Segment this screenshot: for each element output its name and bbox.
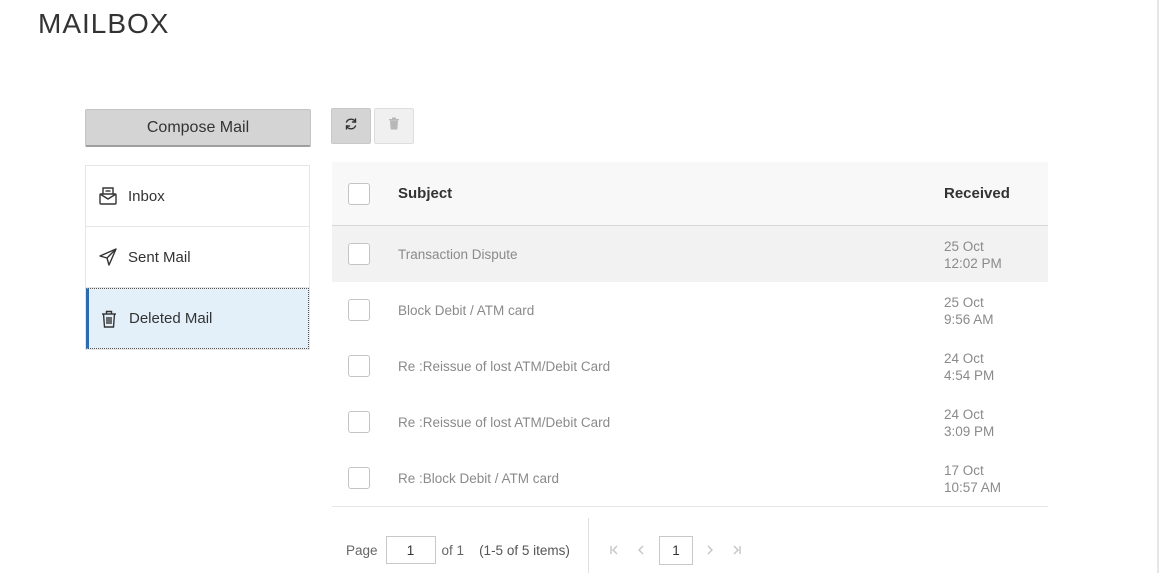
- compose-mail-button[interactable]: Compose Mail: [85, 109, 311, 147]
- current-page-number[interactable]: 1: [659, 535, 693, 565]
- page-number-input[interactable]: [385, 536, 436, 564]
- first-page-button[interactable]: [603, 539, 625, 561]
- page-title: MAILBOX: [38, 8, 170, 39]
- row-date: 24 Oct: [944, 351, 984, 366]
- row-subject: Re :Reissue of lost ATM/Debit Card: [398, 414, 611, 430]
- column-header-received: Received: [944, 185, 1010, 202]
- last-page-button[interactable]: [726, 539, 748, 561]
- row-checkbox[interactable]: [348, 243, 370, 265]
- table-header: Subject Received: [332, 162, 1048, 226]
- pager-divider: [588, 518, 589, 573]
- row-received: 25 Oct 12:02 PM: [944, 238, 1002, 272]
- last-page-icon: [733, 545, 741, 555]
- row-time: 9:56 AM: [944, 312, 994, 327]
- row-checkbox[interactable]: [348, 411, 370, 433]
- table-row[interactable]: Transaction Dispute 25 Oct 12:02 PM: [332, 226, 1048, 282]
- row-received: 17 Oct 10:57 AM: [944, 462, 1001, 496]
- send-icon: [97, 246, 119, 268]
- pager-nav: 1: [603, 535, 753, 565]
- refresh-button[interactable]: [331, 108, 371, 144]
- folder-item-sent-mail[interactable]: Sent Mail: [86, 227, 309, 288]
- folder-list: Inbox Sent Mail Deleted Mail: [85, 165, 310, 350]
- pager-item-count: (1-5 of 5 items): [479, 542, 570, 558]
- table-row[interactable]: Block Debit / ATM card 25 Oct 9:56 AM: [332, 282, 1048, 338]
- table-row[interactable]: Re :Reissue of lost ATM/Debit Card 24 Oc…: [332, 338, 1048, 394]
- pager-of-label: of 1: [441, 542, 465, 558]
- row-checkbox[interactable]: [348, 355, 370, 377]
- row-checkbox[interactable]: [348, 467, 370, 489]
- row-date: 17 Oct: [944, 463, 984, 478]
- refresh-icon: [344, 117, 358, 136]
- table-footer-divider: [332, 506, 1048, 507]
- row-subject: Transaction Dispute: [398, 246, 518, 262]
- row-subject: Block Debit / ATM card: [398, 302, 535, 318]
- chevron-right-icon: [707, 545, 713, 555]
- row-date: 25 Oct: [944, 239, 984, 254]
- pager-info: Page of 1 (1-5 of 5 items): [346, 536, 570, 564]
- inbox-icon: [97, 185, 119, 207]
- row-date: 25 Oct: [944, 295, 984, 310]
- row-received: 24 Oct 4:54 PM: [944, 350, 994, 384]
- trash-icon: [98, 308, 120, 330]
- next-page-button[interactable]: [699, 539, 721, 561]
- pager-page-label: Page: [346, 542, 378, 558]
- trash-icon: [388, 117, 400, 135]
- folder-label-inbox: Inbox: [128, 187, 165, 205]
- row-time: 3:09 PM: [944, 424, 995, 439]
- row-checkbox[interactable]: [348, 299, 370, 321]
- folder-item-inbox[interactable]: Inbox: [86, 166, 309, 227]
- select-all-checkbox[interactable]: [348, 182, 370, 205]
- folder-label-deleted-mail: Deleted Mail: [129, 310, 213, 327]
- chevron-left-icon: [638, 545, 644, 555]
- row-subject: Re :Block Debit / ATM card: [398, 470, 560, 486]
- column-header-subject: Subject: [398, 185, 453, 202]
- previous-page-button[interactable]: [630, 539, 652, 561]
- delete-button[interactable]: [374, 108, 414, 144]
- row-subject: Re :Reissue of lost ATM/Debit Card: [398, 358, 611, 374]
- mail-table: Subject Received Transaction Dispute 25 …: [332, 162, 1048, 506]
- folder-item-deleted-mail[interactable]: Deleted Mail: [86, 288, 309, 349]
- row-date: 24 Oct: [944, 407, 984, 422]
- row-time: 10:57 AM: [944, 480, 1002, 495]
- row-time: 4:54 PM: [944, 368, 995, 383]
- folder-label-sent-mail: Sent Mail: [128, 248, 191, 266]
- row-time: 12:02 PM: [944, 256, 1002, 271]
- first-page-icon: [610, 545, 618, 555]
- table-row[interactable]: Re :Reissue of lost ATM/Debit Card 24 Oc…: [332, 394, 1048, 450]
- table-row[interactable]: Re :Block Debit / ATM card 17 Oct 10:57 …: [332, 450, 1048, 506]
- row-received: 25 Oct 9:56 AM: [944, 294, 994, 328]
- row-received: 24 Oct 3:09 PM: [944, 406, 994, 440]
